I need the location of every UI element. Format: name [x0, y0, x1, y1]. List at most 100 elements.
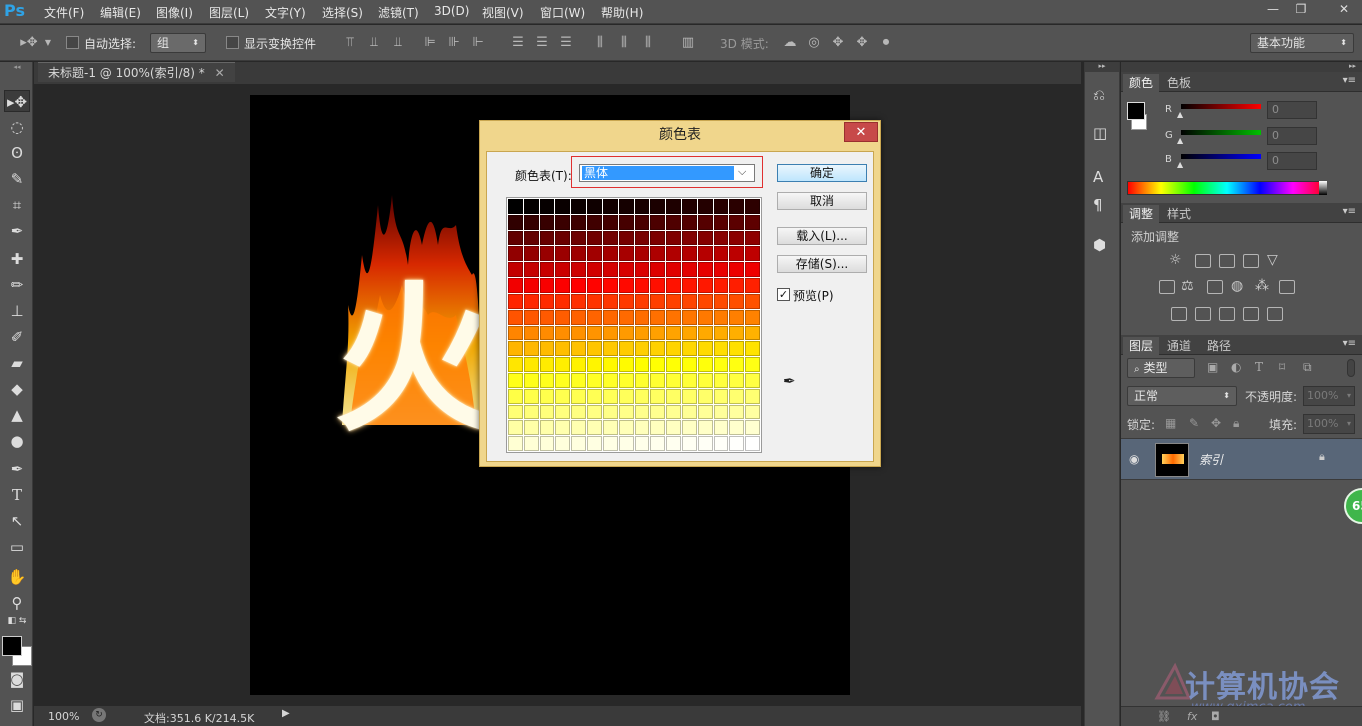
color-swatch-cell[interactable] [666, 278, 681, 293]
color-swatch-cell[interactable] [523, 420, 539, 436]
menu-file[interactable]: 文件(F) [44, 4, 84, 21]
color-swatch-cell[interactable] [745, 262, 760, 278]
color-swatch-cell[interactable] [666, 372, 681, 388]
blur-tool-icon[interactable]: ▲ [4, 404, 30, 426]
menu-filter[interactable]: 滤镜(T) [378, 4, 419, 21]
color-swatch-cell[interactable] [508, 420, 523, 436]
paint-bucket-tool-icon[interactable]: ◆ [4, 378, 30, 400]
color-swatch-cell[interactable] [555, 404, 571, 420]
tab-layers[interactable]: 图层 [1123, 337, 1160, 355]
color-swatch-cell[interactable] [697, 404, 713, 420]
dodge-tool-icon[interactable]: ● [4, 430, 30, 452]
color-swatch-cell[interactable] [618, 309, 634, 325]
align-hcenter-icon[interactable]: ⊪ [446, 35, 462, 51]
color-swatch-cell[interactable] [650, 357, 666, 372]
color-swatch-cell[interactable] [555, 357, 571, 372]
color-swatch-cell[interactable] [523, 246, 539, 262]
color-swatch-cell[interactable] [634, 230, 650, 246]
color-swatch-cell[interactable] [555, 341, 571, 357]
align-right-icon[interactable]: ⊩ [470, 35, 486, 51]
slider-thumb-icon[interactable]: ▲ [1177, 160, 1183, 169]
hue-saturation-icon[interactable] [1159, 280, 1175, 294]
color-swatch-cell[interactable] [681, 278, 697, 293]
color-swatch-cell[interactable] [713, 436, 729, 451]
chevron-down-icon[interactable]: ▾ [1347, 415, 1354, 433]
color-swatch-cell[interactable] [523, 341, 539, 357]
color-swatch-cell[interactable] [618, 199, 634, 214]
color-swatch-cell[interactable] [650, 214, 666, 230]
color-swatch-cell[interactable] [523, 372, 539, 388]
color-swatch-cell[interactable] [745, 436, 760, 451]
color-swatch-cell[interactable] [555, 420, 571, 436]
color-swatch-cell[interactable] [713, 214, 729, 230]
history-panel-icon[interactable]: ⎌ [1093, 86, 1105, 104]
color-swatch-cell[interactable] [571, 388, 587, 404]
color-swatch-cell[interactable] [745, 230, 760, 246]
color-swatch-cell[interactable] [650, 341, 666, 357]
color-swatch-cell[interactable] [650, 388, 666, 404]
filter-adjustment-icon[interactable]: ◐ [1231, 360, 1241, 374]
3d-scale-icon[interactable]: ⏺ [878, 35, 894, 51]
color-swatch-cell[interactable] [602, 341, 618, 357]
color-swatch-cell[interactable] [697, 278, 713, 293]
color-swatch-cell[interactable] [634, 341, 650, 357]
color-swatch-cell[interactable] [618, 404, 634, 420]
filter-toggle[interactable] [1347, 359, 1355, 377]
color-swatch-cell[interactable] [650, 372, 666, 388]
color-swatch-cell[interactable] [618, 341, 634, 357]
color-swatch-cell[interactable] [571, 420, 587, 436]
threshold-icon[interactable] [1219, 307, 1235, 321]
color-swatch-cell[interactable] [713, 388, 729, 404]
color-swatch-cell[interactable] [523, 325, 539, 341]
color-swatch-cell[interactable] [713, 372, 729, 388]
color-swatch-cell[interactable] [729, 214, 745, 230]
color-swatch-cell[interactable] [697, 388, 713, 404]
posterize-icon[interactable] [1195, 307, 1211, 321]
color-swatch-cell[interactable] [587, 214, 602, 230]
brush-tool-icon[interactable]: ✏ [4, 274, 30, 296]
color-swatch-cell[interactable] [666, 404, 681, 420]
color-swatch-cell[interactable] [666, 199, 681, 214]
screen-mode-icon[interactable]: ▣ [4, 694, 30, 716]
panel-menu-icon[interactable]: ▾≡ [1343, 338, 1356, 349]
color-swatch-cell[interactable] [618, 357, 634, 372]
color-swatch-cell[interactable] [587, 230, 602, 246]
color-swatch-cell[interactable] [634, 246, 650, 262]
color-swatch-cell[interactable] [571, 309, 587, 325]
color-swatch-cell[interactable] [571, 262, 587, 278]
eyedropper-icon[interactable]: ✒ [783, 372, 796, 390]
color-swatch-cell[interactable] [571, 246, 587, 262]
color-swatch-cell[interactable] [571, 278, 587, 293]
color-swatch-cell[interactable] [650, 199, 666, 214]
color-swatch-cell[interactable] [523, 262, 539, 278]
color-swatch-cell[interactable] [523, 293, 539, 309]
layer-row[interactable]: ◉ 索引 🔒︎ [1121, 438, 1362, 480]
color-swatch-cell[interactable] [634, 262, 650, 278]
color-swatch-cell[interactable] [681, 436, 697, 451]
eraser-tool-icon[interactable]: ▰ [4, 352, 30, 374]
tab-adjustments[interactable]: 调整 [1123, 205, 1160, 223]
tab-swatches[interactable]: 色板 [1161, 74, 1197, 92]
color-swatch-cell[interactable] [745, 357, 760, 372]
show-transform-checkbox[interactable] [226, 36, 239, 49]
red-value[interactable]: 0 [1267, 101, 1317, 119]
color-swatch-cell[interactable] [523, 278, 539, 293]
3d-drag-icon[interactable]: ✥ [830, 35, 846, 51]
color-swatch-cell[interactable] [602, 230, 618, 246]
align-vcenter-icon[interactable]: ⫫ [366, 35, 382, 51]
color-swatch-cell[interactable] [634, 388, 650, 404]
paragraph-panel-icon[interactable]: ¶ [1093, 196, 1103, 214]
color-swatch-cell[interactable] [602, 278, 618, 293]
color-swatch-cell[interactable] [587, 388, 602, 404]
color-swatch-cell[interactable] [666, 357, 681, 372]
color-swatch-cell[interactable] [602, 262, 618, 278]
color-swatch-cell[interactable] [666, 420, 681, 436]
cancel-button[interactable]: 取消 [777, 192, 867, 210]
color-table-grid[interactable] [506, 197, 762, 453]
menu-window[interactable]: 窗口(W) [540, 4, 585, 21]
move-tool-icon[interactable]: ▸✥ [4, 90, 30, 112]
color-swatch-cell[interactable] [634, 436, 650, 451]
menu-help[interactable]: 帮助(H) [601, 4, 643, 21]
quick-mask-icon[interactable]: ◙ [4, 668, 30, 690]
color-swatch-cell[interactable] [729, 199, 745, 214]
